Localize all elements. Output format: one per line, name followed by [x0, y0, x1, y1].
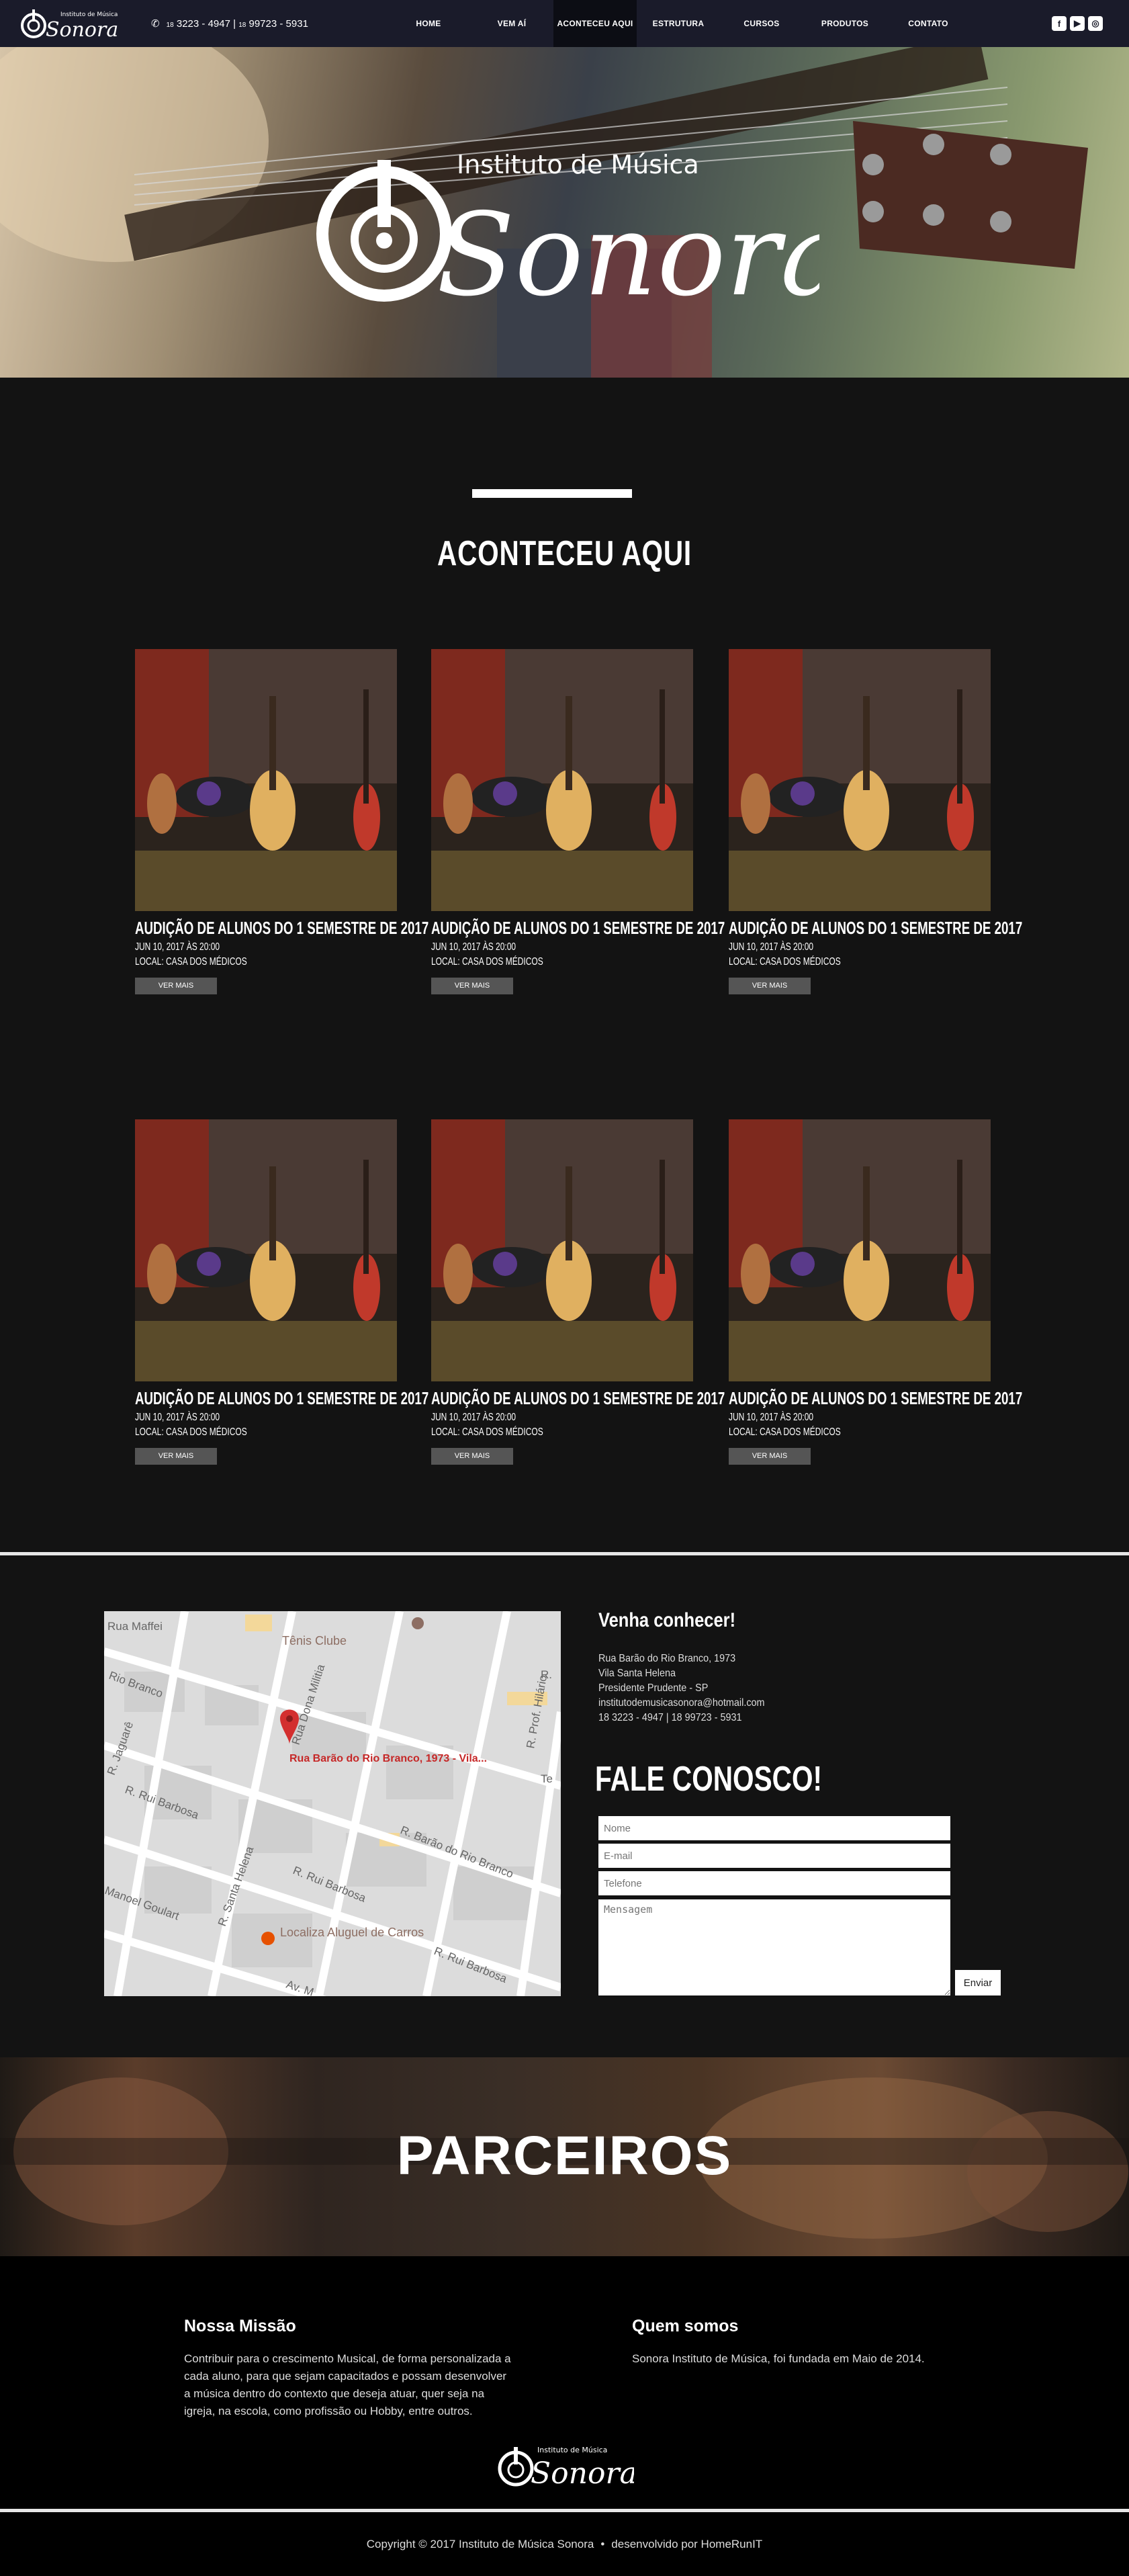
- hero-banner: Sonora Instituto de Música: [0, 47, 1129, 378]
- svg-text:Tênis Clube: Tênis Clube: [282, 1634, 347, 1647]
- event-title: AUDIÇÃO DE ALUNOS DO 1 SEMESTRE DE 2017: [431, 918, 725, 938]
- event-date: JUN 10, 2017 ÀS 20:00: [729, 941, 814, 953]
- address-block: Rua Barão do Rio Branco, 1973 Vila Santa…: [598, 1651, 783, 1725]
- youtube-icon[interactable]: ▶: [1070, 16, 1085, 31]
- event-title: AUDIÇÃO DE ALUNOS DO 1 SEMESTRE DE 2017: [431, 1388, 725, 1408]
- event-card: AUDIÇÃO DE ALUNOS DO 1 SEMESTRE DE 2017 J…: [135, 649, 429, 994]
- header-phones: ✆ 18 3223 - 4947 | 18 99723 - 5931: [151, 17, 308, 30]
- about-text: Sonora Instituto de Música, foi fundada …: [632, 2352, 925, 2365]
- event-date: JUN 10, 2017 ÀS 20:00: [729, 1412, 814, 1423]
- menu-vem-ai[interactable]: VEM AÍ: [470, 0, 553, 47]
- svg-text:Sonora: Sonora: [437, 189, 819, 321]
- phone-icon: ✆: [151, 18, 160, 30]
- event-location: LOCAL: CASA DOS MÉDICOS: [135, 956, 247, 968]
- footer-sonora-logo: Sonora Instituto de Música: [498, 2446, 634, 2491]
- event-date: JUN 10, 2017 ÀS 20:00: [431, 1412, 516, 1423]
- instagram-icon[interactable]: ◎: [1088, 16, 1103, 31]
- event-location: LOCAL: CASA DOS MÉDICOS: [431, 956, 543, 968]
- street-map-image: Rua Maffei Rio Branco Tênis Clube Rua Do…: [104, 1611, 561, 1996]
- svg-text:Sonora: Sonora: [531, 2456, 634, 2491]
- event-title: AUDIÇÃO DE ALUNOS DO 1 SEMESTRE DE 2017: [729, 1388, 1023, 1408]
- email-field[interactable]: [598, 1844, 950, 1868]
- svg-text:Instituto de Música: Instituto de Música: [537, 2446, 607, 2454]
- address-district: Vila Santa Helena: [598, 1668, 676, 1679]
- event-title: AUDIÇÃO DE ALUNOS DO 1 SEMESTRE DE 2017: [729, 918, 1023, 938]
- visit-title: Venha conhecer!: [598, 1609, 736, 1631]
- menu-contato[interactable]: CONTATO: [887, 0, 970, 47]
- address-city: Presidente Prudente - SP: [598, 1682, 709, 1694]
- contact-form-title: FALE CONOSCO!: [595, 1760, 823, 1799]
- event-card: AUDIÇÃO DE ALUNOS DO 1 SEMESTRE DE 2017 J…: [135, 1119, 429, 1465]
- event-card: AUDIÇÃO DE ALUNOS DO 1 SEMESTRE DE 2017 J…: [431, 1119, 725, 1465]
- menu-aconteceu-aqui[interactable]: ACONTECEU AQUI: [553, 0, 637, 47]
- facebook-icon[interactable]: f: [1052, 16, 1067, 31]
- message-field[interactable]: [598, 1899, 950, 1995]
- menu-cursos[interactable]: CURSOS: [720, 0, 803, 47]
- svg-text:Localiza Aluguel de Carros: Localiza Aluguel de Carros: [280, 1926, 424, 1939]
- menu-estrutura[interactable]: ESTRUTURA: [637, 0, 720, 47]
- svg-text:Instituto de Música: Instituto de Música: [457, 150, 699, 179]
- menu-produtos[interactable]: PRODUTOS: [803, 0, 887, 47]
- sonora-logo[interactable]: Sonora Instituto de Música: [19, 5, 120, 43]
- phone-field[interactable]: [598, 1871, 950, 1895]
- car-rental-icon: [261, 1932, 275, 1945]
- event-location: LOCAL: CASA DOS MÉDICOS: [729, 1426, 841, 1438]
- copyright-bar: Copyright © 2017 Instituto de Música Son…: [0, 2512, 1129, 2576]
- event-card: AUDIÇÃO DE ALUNOS DO 1 SEMESTRE DE 2017 J…: [431, 649, 725, 994]
- event-photo[interactable]: [135, 1119, 397, 1381]
- developer-credit[interactable]: desenvolvido por HomeRunIT: [611, 2538, 762, 2551]
- svg-text:Te: Te: [541, 1772, 553, 1785]
- footer: Nossa Missão Contribuir para o crescimen…: [0, 2256, 1129, 2509]
- partners-banner: PARCEIROS: [0, 2057, 1129, 2256]
- address-street: Rua Barão do Rio Branco, 1973: [598, 1653, 736, 1664]
- event-title: AUDIÇÃO DE ALUNOS DO 1 SEMESTRE DE 2017: [135, 1388, 429, 1408]
- event-location: LOCAL: CASA DOS MÉDICOS: [431, 1426, 543, 1438]
- send-button[interactable]: Enviar: [955, 1970, 1001, 1995]
- section-divider: [0, 1552, 1129, 1555]
- top-navbar: Sonora Instituto de Música ✆ 18 3223 - 4…: [0, 0, 1129, 47]
- name-field[interactable]: [598, 1816, 950, 1840]
- svg-text:Instituto de Música: Instituto de Música: [60, 11, 118, 18]
- ver-mais-button[interactable]: VER MAIS: [431, 978, 513, 994]
- event-photo[interactable]: [431, 649, 693, 911]
- event-date: JUN 10, 2017 ÀS 20:00: [135, 941, 220, 953]
- ver-mais-button[interactable]: VER MAIS: [135, 978, 217, 994]
- event-location: LOCAL: CASA DOS MÉDICOS: [729, 956, 841, 968]
- contact-email[interactable]: institutodemusicasonora@hotmail.com: [598, 1696, 765, 1711]
- event-card: AUDIÇÃO DE ALUNOS DO 1 SEMESTRE DE 2017 J…: [729, 649, 1023, 994]
- event-photo[interactable]: [431, 1119, 693, 1381]
- map-pin-label: Rua Barão do Rio Branco, 1973 - Vila...: [289, 1753, 487, 1764]
- main-menu: HOME VEM AÍ ACONTECEU AQUI ESTRUTURA CUR…: [387, 0, 970, 47]
- title-underline: [472, 489, 632, 498]
- about-title: Quem somos: [632, 2317, 739, 2335]
- hero-sonora-logo: Sonora Instituto de Música: [316, 150, 819, 321]
- svg-text:R.: R.: [541, 1668, 552, 1681]
- event-photo[interactable]: [135, 649, 397, 911]
- ver-mais-button[interactable]: VER MAIS: [729, 978, 811, 994]
- event-title: AUDIÇÃO DE ALUNOS DO 1 SEMESTRE DE 2017: [135, 918, 429, 938]
- event-date: JUN 10, 2017 ÀS 20:00: [431, 941, 516, 953]
- mission-title: Nossa Missão: [184, 2317, 296, 2335]
- event-photo[interactable]: [729, 1119, 991, 1381]
- event-card: AUDIÇÃO DE ALUNOS DO 1 SEMESTRE DE 2017 J…: [729, 1119, 1023, 1465]
- mission-text: Contribuir para o crescimento Musical, d…: [184, 2352, 511, 2417]
- copyright-text: Copyright © 2017 Instituto de Música Son…: [366, 2537, 594, 2550]
- event-photo[interactable]: [729, 649, 991, 911]
- social-links: f ▶ ◎: [1052, 16, 1103, 31]
- ver-mais-button[interactable]: VER MAIS: [431, 1448, 513, 1465]
- svg-text:Rua Maffei: Rua Maffei: [107, 1620, 163, 1633]
- section-title: ACONTECEU AQUI: [437, 534, 692, 573]
- copyright-bullet: •: [600, 2537, 605, 2550]
- event-date: JUN 10, 2017 ÀS 20:00: [135, 1412, 220, 1423]
- menu-home[interactable]: HOME: [387, 0, 470, 47]
- event-location: LOCAL: CASA DOS MÉDICOS: [135, 1426, 247, 1438]
- svg-text:Sonora: Sonora: [46, 18, 118, 42]
- location-map[interactable]: Rua Maffei Rio Branco Tênis Clube Rua Do…: [104, 1611, 561, 1996]
- ver-mais-button[interactable]: VER MAIS: [729, 1448, 811, 1465]
- partners-title: PARCEIROS: [396, 2125, 733, 2186]
- contact-phones: 18 3223 - 4947 | 18 99723 - 5931: [598, 1712, 742, 1723]
- ver-mais-button[interactable]: VER MAIS: [135, 1448, 217, 1465]
